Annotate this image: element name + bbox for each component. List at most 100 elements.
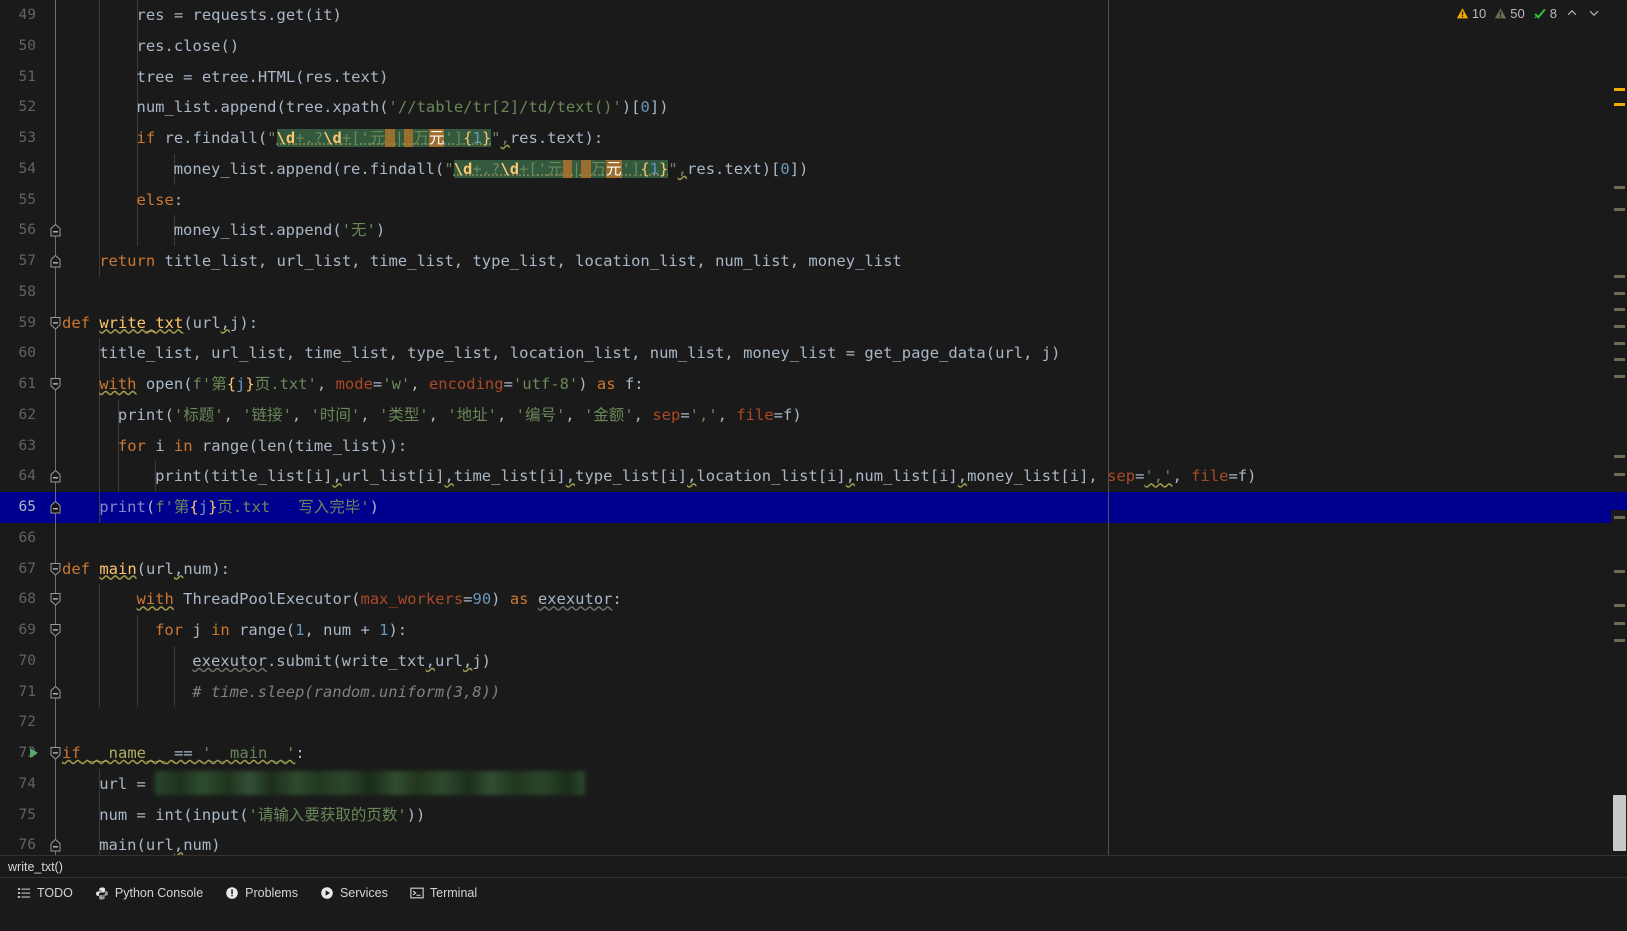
vertical-scrollbar-thumb[interactable] — [1613, 795, 1626, 851]
previous-problem-button[interactable] — [1563, 6, 1581, 20]
error-stripe-marker[interactable] — [1614, 88, 1625, 91]
code-line[interactable]: 58 — [0, 277, 1627, 308]
code-text: res.close() — [136, 36, 240, 55]
code-line[interactable]: 63 for i in range(len(time_list)): — [0, 430, 1627, 462]
fold-end-icon[interactable] — [50, 830, 72, 855]
fold-collapse-icon[interactable] — [50, 308, 72, 339]
error-stripe-marker[interactable] — [1614, 292, 1625, 295]
code-line[interactable]: 60 title_list, url_list, time_list, type_… — [0, 338, 1627, 369]
run-gutter-icon[interactable] — [28, 738, 50, 769]
code-line[interactable]: 50 res.close() — [0, 30, 1627, 62]
line-number: 63 — [18, 437, 36, 454]
code-editor[interactable]: 49 res = requests.get(it) 50 res.close() 51 t… — [0, 0, 1627, 855]
code-text: with ThreadPoolExecutor(max_workers=90) … — [136, 590, 622, 609]
code-line[interactable]: 71 # time.sleep(random.uniform(3,8)) — [0, 676, 1627, 708]
code-line[interactable]: 53 if re.findall("\d+.?\d+['元'|'万元']{1}",… — [0, 123, 1627, 154]
weak-warnings-indicator[interactable]: 50 — [1492, 6, 1526, 21]
fold-collapse-icon[interactable] — [50, 584, 72, 615]
line-number: 49 — [18, 7, 36, 23]
error-stripe-marker[interactable] — [1614, 473, 1625, 476]
error-stripe-marker[interactable] — [1614, 358, 1625, 361]
code-text: money_list.append('无') — [173, 221, 386, 240]
indent-guide — [136, 215, 138, 246]
error-stripe-marker[interactable] — [1614, 604, 1625, 607]
fold-end-icon[interactable] — [50, 461, 72, 492]
code-text: print('标题', '链接', '时间', '类型', '地址', '编号'… — [117, 405, 802, 424]
code-line[interactable]: 65 print(f'第{j}页.txt 写入完毕') — [0, 492, 1627, 523]
error-stripe-marker[interactable] — [1614, 186, 1625, 189]
code-line[interactable]: 54 money_list.append(re.findall("\d+.?\d+… — [0, 153, 1627, 185]
warnings-indicator[interactable]: 10 — [1454, 6, 1488, 21]
breadcrumb[interactable]: write_txt() — [0, 855, 1627, 877]
fold-end-icon[interactable] — [50, 677, 72, 708]
services-play-icon — [320, 886, 334, 900]
code-line[interactable]: 66 — [0, 523, 1627, 554]
code-line[interactable]: 74 url = — [0, 768, 1627, 800]
python-console-icon — [95, 886, 109, 900]
error-stripe-marker[interactable] — [1614, 308, 1625, 311]
tool-window-button-terminal[interactable]: Terminal — [401, 883, 486, 903]
fold-end-icon[interactable] — [50, 246, 72, 277]
code-line[interactable]: 67 def main(url,num): — [0, 554, 1627, 585]
fold-collapse-icon[interactable] — [50, 369, 72, 400]
code-line[interactable]: 52 num_list.append(tree.xpath('//table/tr… — [0, 92, 1627, 123]
line-number: 60 — [18, 345, 36, 362]
code-text: print(title_list[i],url_list[i],time_lis… — [155, 467, 1257, 486]
tool-window-label: Problems — [245, 886, 298, 900]
code-line[interactable]: 51 tree = etree.HTML(res.text) — [0, 61, 1627, 93]
indent-guide — [136, 676, 138, 708]
code-line[interactable]: 57 return title_list, url_list, time_list… — [0, 246, 1627, 277]
error-stripe-marker[interactable] — [1614, 275, 1625, 278]
fold-collapse-icon[interactable] — [50, 554, 72, 585]
code-text: with open(f'第{j}页.txt', mode='w', encodi… — [99, 375, 644, 393]
code-line[interactable]: 69 for j in range(1, num + 1): — [0, 615, 1627, 646]
code-line[interactable]: 75 num = int(input('请输入要获取的页数')) — [0, 799, 1627, 831]
error-stripe[interactable] — [1611, 0, 1627, 855]
tool-window-button-problems[interactable]: Problems — [216, 883, 307, 903]
line-number: 50 — [18, 37, 36, 54]
code-line[interactable]: 73 if __name__ == '__main__': — [0, 738, 1627, 769]
line-number: 76 — [18, 837, 36, 854]
tool-window-button-services[interactable]: Services — [311, 883, 397, 903]
line-number: 69 — [18, 622, 36, 638]
code-line[interactable]: 61 with open(f'第{j}页.txt', mode='w', enco… — [0, 369, 1627, 400]
fold-collapse-icon[interactable] — [50, 615, 72, 646]
error-stripe-marker[interactable] — [1614, 455, 1625, 458]
code-line[interactable]: 62 print('标题', '链接', '时间', '类型', '地址', '编… — [0, 399, 1627, 431]
code-line[interactable]: 68 with ThreadPoolExecutor(max_workers=90… — [0, 584, 1627, 615]
code-line[interactable]: 64 print(title_list[i],url_list[i],time_l… — [0, 461, 1627, 492]
fold-end-icon[interactable] — [50, 492, 72, 523]
error-stripe-marker[interactable] — [1614, 570, 1625, 573]
tool-window-button-todo[interactable]: TODO — [8, 883, 82, 903]
tool-window-label: Services — [339, 886, 388, 900]
code-line[interactable]: 56 money_list.append('无') — [0, 215, 1627, 246]
indent-guide — [99, 430, 101, 462]
indent-guide — [99, 461, 101, 492]
typos-indicator[interactable]: 8 — [1531, 6, 1559, 21]
error-stripe-marker[interactable] — [1614, 103, 1625, 106]
next-problem-button[interactable] — [1585, 6, 1603, 20]
code-line[interactable]: 76 main(url,num) — [0, 830, 1627, 855]
code-line[interactable]: 55 else: — [0, 184, 1627, 216]
inspection-widget[interactable]: 10 50 8 — [1454, 2, 1603, 24]
fold-collapse-icon[interactable] — [50, 738, 72, 769]
error-stripe-marker[interactable] — [1614, 375, 1625, 378]
error-stripe-marker[interactable] — [1614, 516, 1625, 519]
code-text: # time.sleep(random.uniform(3,8)) — [192, 682, 501, 701]
code-line[interactable]: 72 — [0, 707, 1627, 738]
error-stripe-marker[interactable] — [1614, 208, 1625, 211]
code-line[interactable]: 70 exexutor.submit(write_txt,url,j) — [0, 645, 1627, 677]
code-line[interactable]: 59 def write_txt(url,j): — [0, 308, 1627, 339]
indent-guide — [99, 215, 101, 246]
fold-end-icon[interactable] — [50, 215, 72, 246]
error-stripe-marker[interactable] — [1614, 639, 1625, 642]
code-text: url = — [99, 769, 586, 800]
code-line[interactable]: 49 res = requests.get(it) — [0, 0, 1627, 31]
code-lines-container[interactable]: 49 res = requests.get(it) 50 res.close() 51 t… — [0, 0, 1627, 855]
indent-guide — [173, 645, 175, 677]
error-stripe-marker[interactable] — [1614, 622, 1625, 625]
error-stripe-marker[interactable] — [1614, 325, 1625, 328]
error-stripe-marker[interactable] — [1614, 342, 1625, 345]
tool-window-button-python-console[interactable]: Python Console — [86, 883, 212, 903]
line-number: 52 — [18, 99, 36, 116]
